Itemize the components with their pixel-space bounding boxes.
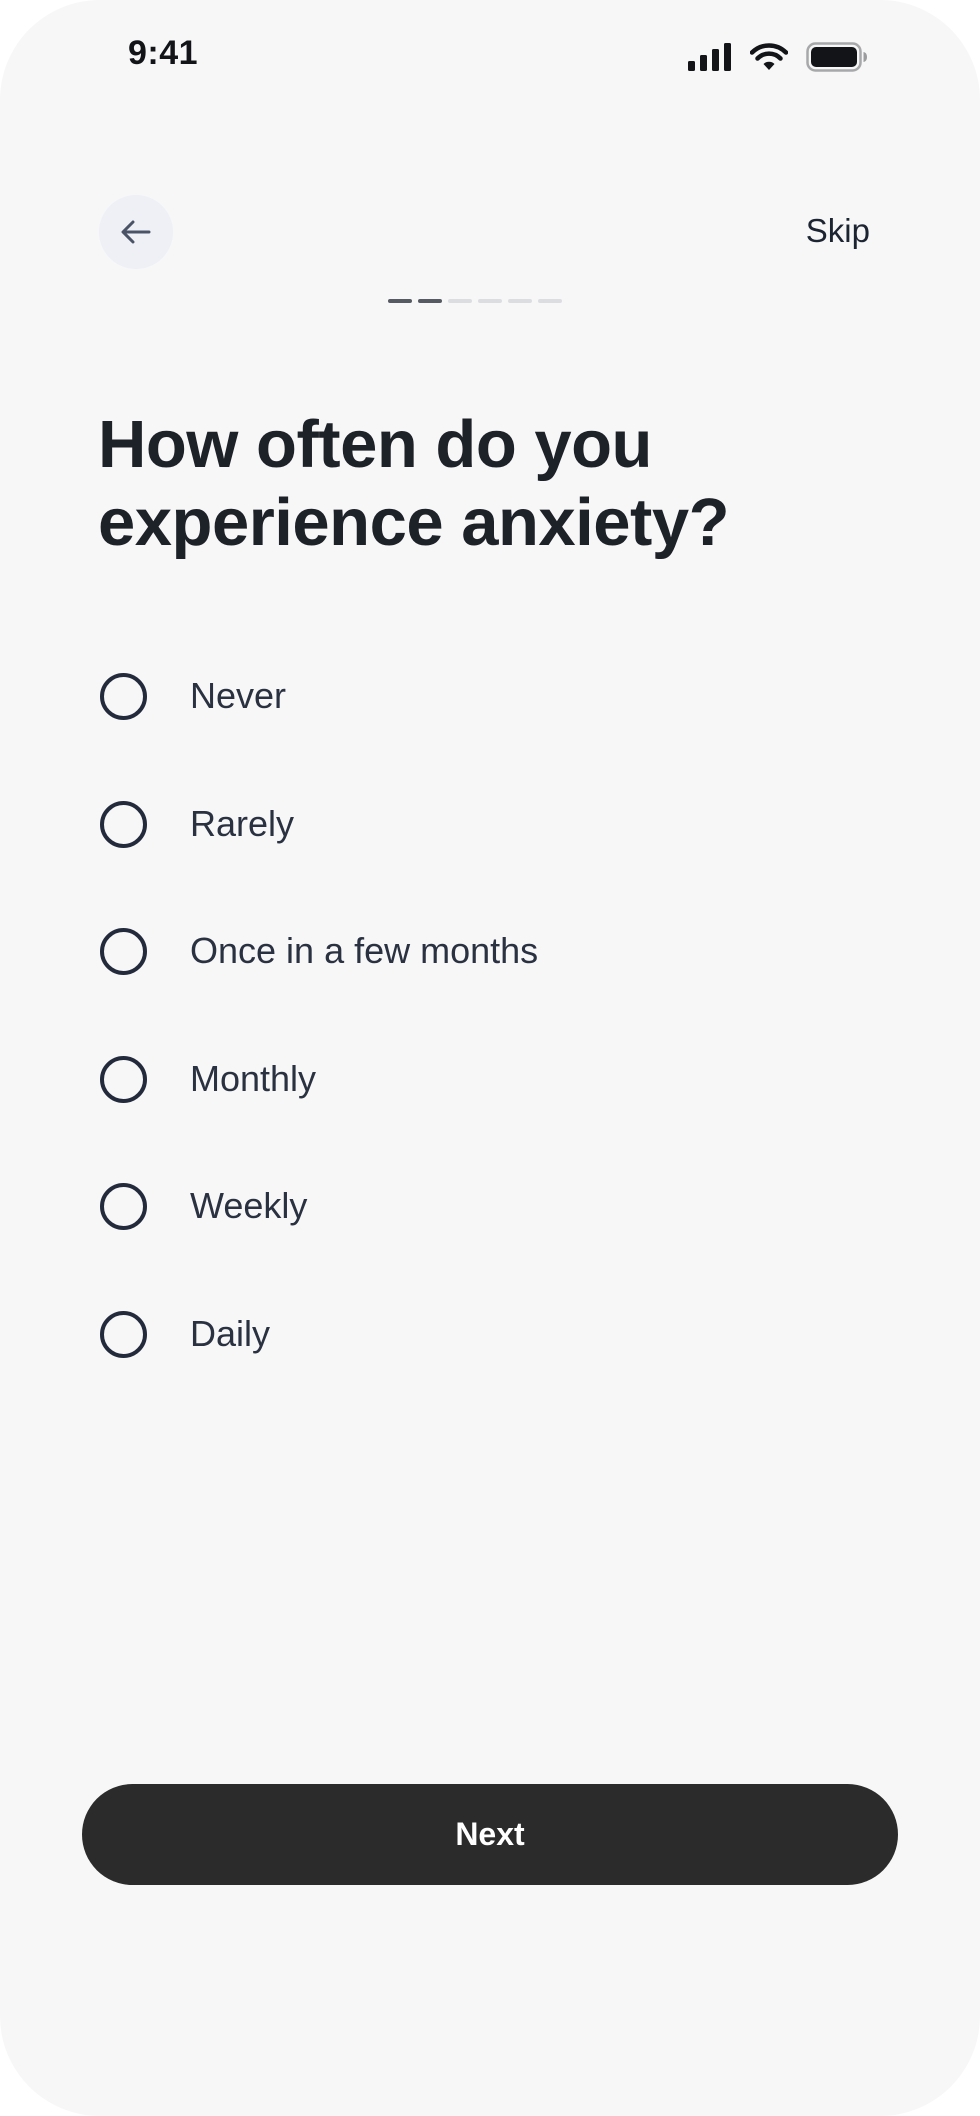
option-never[interactable]: Never [100, 660, 880, 788]
option-daily[interactable]: Daily [100, 1298, 880, 1426]
radio-button[interactable] [100, 1183, 147, 1230]
progress-segment [418, 299, 442, 303]
next-button-label: Next [455, 1816, 525, 1852]
phone-screen: 9:41 Skip How often do you experience an… [0, 0, 980, 2116]
option-label: Weekly [190, 1185, 308, 1226]
arrow-left-icon [121, 220, 151, 244]
cellular-signal-icon [688, 43, 731, 71]
question-title: How often do you experience anxiety? [98, 407, 730, 560]
option-label: Rarely [190, 802, 295, 844]
option-weekly[interactable]: Weekly [100, 1170, 880, 1298]
radio-button[interactable] [100, 1055, 147, 1103]
progress-segment [538, 299, 562, 303]
option-label: Daily [190, 1312, 271, 1354]
option-rarely[interactable]: Rarely [100, 788, 880, 916]
option-label: Never [190, 675, 287, 716]
status-icons [688, 40, 868, 74]
progress-segment [508, 299, 532, 303]
next-button[interactable]: Next [82, 1784, 898, 1885]
radio-button[interactable] [100, 1310, 147, 1358]
status-time: 9:41 [128, 34, 199, 72]
status-bar: 9:41 [0, 0, 980, 110]
radio-button[interactable] [100, 673, 147, 720]
radio-button[interactable] [100, 928, 147, 975]
option-monthly[interactable]: Monthly [100, 1043, 880, 1171]
radio-button[interactable] [100, 800, 147, 848]
progress-segment [448, 299, 472, 303]
battery-icon [806, 42, 867, 72]
wifi-icon [750, 43, 788, 70]
option-label: Once in a few months [190, 930, 539, 971]
skip-button[interactable]: Skip [806, 212, 870, 250]
progress-segment [388, 299, 412, 303]
option-once-in-a-few-months[interactable]: Once in a few months [100, 915, 880, 1043]
answer-options: Never Rarely Once in a few months Monthl… [100, 660, 880, 1425]
progress-segment [478, 299, 502, 303]
step-progress-indicator [388, 299, 562, 303]
option-label: Monthly [190, 1057, 317, 1099]
back-button[interactable] [99, 195, 173, 269]
